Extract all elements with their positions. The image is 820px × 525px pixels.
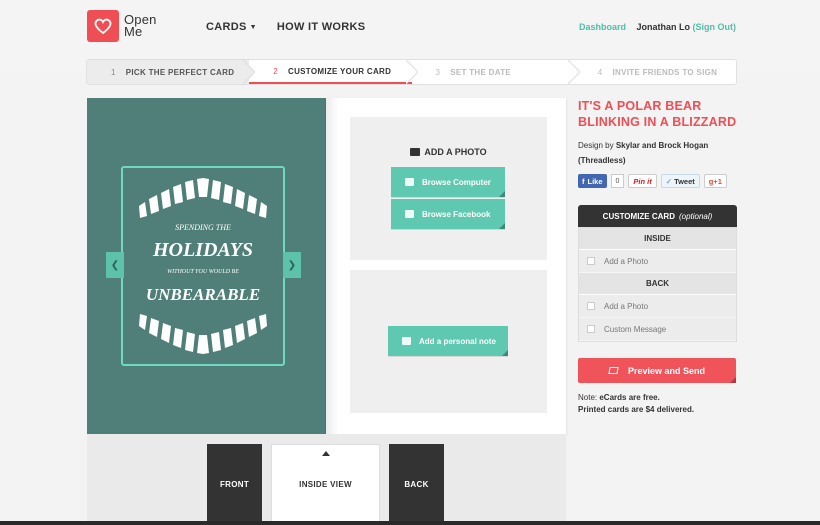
customize-card-header: CUSTOMIZE CARD (optional)	[578, 205, 737, 227]
google-plus-button[interactable]: g+1	[703, 174, 727, 188]
step-separator-icon	[243, 60, 256, 84]
twitter-icon: ✓	[665, 176, 673, 186]
step-customize-card[interactable]: 2 CUSTOMIZE YOUR CARD	[249, 60, 418, 84]
next-arrow-button[interactable]: ❯	[283, 252, 301, 278]
step-separator-icon	[405, 60, 418, 84]
add-photo-panel: ADD A PHOTO Browse Computer Browse Faceb…	[350, 117, 547, 260]
dashboard-link[interactable]: Dashboard	[579, 22, 626, 32]
browse-computer-button[interactable]: Browse Computer	[391, 167, 505, 197]
openme-logo[interactable]: Open Me	[87, 10, 157, 42]
tweet-button[interactable]: ✓ Tweet	[660, 174, 700, 188]
option-custom-message[interactable]: Custom Message	[579, 318, 736, 341]
nav-how-it-works[interactable]: HOW IT WORKS	[277, 21, 366, 33]
pinterest-button[interactable]: Pin it	[628, 174, 657, 188]
checkbox[interactable]	[587, 257, 595, 265]
envelope-icon	[608, 367, 619, 374]
caret-up-icon	[321, 451, 330, 456]
facebook-icon: f	[582, 176, 585, 186]
user-area: Dashboard Jonathan Lo (Sign Out)	[579, 22, 736, 32]
edit-note-icon	[402, 337, 411, 345]
option-back-add-photo[interactable]: Add a Photo	[579, 295, 736, 318]
checkbox[interactable]	[587, 302, 595, 310]
card-text-without: WITHOUT YOU WOULD BE	[167, 269, 239, 275]
footer-strip	[0, 521, 820, 525]
progress-steps: 1 PICK THE PERFECT CARD 2 CUSTOMIZE YOUR C…	[86, 59, 737, 85]
button-corner-fold	[502, 350, 508, 356]
option-inside-add-photo[interactable]: Add a Photo	[579, 250, 736, 273]
folder-icon	[405, 178, 414, 186]
step-set-date[interactable]: 3 SET THE DATE	[412, 60, 580, 84]
nav-cards[interactable]: CARDS ▼	[206, 21, 257, 33]
sign-out-link[interactable]: (Sign Out)	[693, 22, 737, 32]
facebook-icon	[405, 210, 414, 218]
section-back: BACK	[579, 273, 736, 295]
card-text-holidays: HOLIDAYS	[152, 239, 253, 261]
chevron-left-icon: ❮	[110, 259, 120, 271]
card-inside-preview: ADD A PHOTO Browse Computer Browse Faceb…	[326, 98, 566, 434]
step-pick-card[interactable]: 1 PICK THE PERFECT CARD	[87, 60, 256, 84]
like-count: 0	[610, 174, 625, 188]
checkbox[interactable]	[587, 325, 595, 333]
card-artwork: SPENDING THE HOLIDAYS WITHOUT YOU WOULD …	[121, 166, 285, 366]
step-separator-icon	[567, 60, 580, 84]
step-invite-friends[interactable]: 4 INVITE FRIENDS TO SIGN	[574, 60, 736, 84]
heart-card-icon	[87, 10, 119, 42]
facebook-like-button[interactable]: f Like	[578, 174, 607, 188]
card-front-preview: SPENDING THE HOLIDAYS WITHOUT YOU WOULD …	[87, 98, 326, 434]
card-text-spending: SPENDING THE	[175, 223, 231, 232]
tab-inside-view[interactable]: INSIDE VIEW	[271, 444, 380, 525]
view-tabs-area: FRONT INSIDE VIEW BACK	[87, 434, 566, 525]
logo-wordmark: Open Me	[124, 12, 157, 39]
add-personal-note-button[interactable]: Add a personal note	[388, 326, 508, 356]
camera-icon	[410, 148, 421, 156]
browse-facebook-button[interactable]: Browse Facebook	[391, 199, 505, 229]
tab-back[interactable]: BACK	[389, 444, 444, 525]
main-nav: CARDS ▼ HOW IT WORKS	[206, 21, 365, 33]
pricing-note: Note: eCards are free. Printed cards are…	[578, 393, 695, 414]
card-title: IT'S A POLAR BEAR BLINKING IN A BLIZZARD	[578, 99, 737, 129]
button-corner-fold	[730, 377, 736, 383]
add-photo-title: ADD A PHOTO	[350, 147, 547, 157]
prev-arrow-button[interactable]: ❮	[106, 252, 124, 278]
fold-shadow	[326, 98, 338, 434]
personal-note-panel: Add a personal note	[350, 270, 547, 413]
preview-and-send-button[interactable]: Preview and Send	[578, 358, 736, 383]
button-corner-fold	[499, 223, 505, 229]
user-name: Jonathan Lo	[636, 22, 690, 32]
button-corner-fold	[499, 191, 505, 197]
social-buttons: f Like 0 Pin it ✓ Tweet g+1	[578, 174, 738, 188]
card-details: IT'S A POLAR BEAR BLINKING IN A BLIZZARD…	[578, 98, 738, 188]
customize-options: INSIDE Add a Photo BACK Add a Photo Cust…	[578, 227, 737, 342]
section-inside: INSIDE	[579, 228, 736, 250]
card-text-unbearable: UNBEARABLE	[146, 285, 260, 304]
customize-card-panel: CUSTOMIZE CARD (optional) INSIDE Add a Ph…	[578, 205, 737, 342]
chevron-right-icon: ❯	[287, 259, 297, 271]
design-credit: Design by Skylar and Brock Hogan (Thread…	[578, 141, 709, 165]
tab-front[interactable]: FRONT	[207, 444, 262, 525]
caret-down-icon: ▼	[249, 24, 257, 31]
